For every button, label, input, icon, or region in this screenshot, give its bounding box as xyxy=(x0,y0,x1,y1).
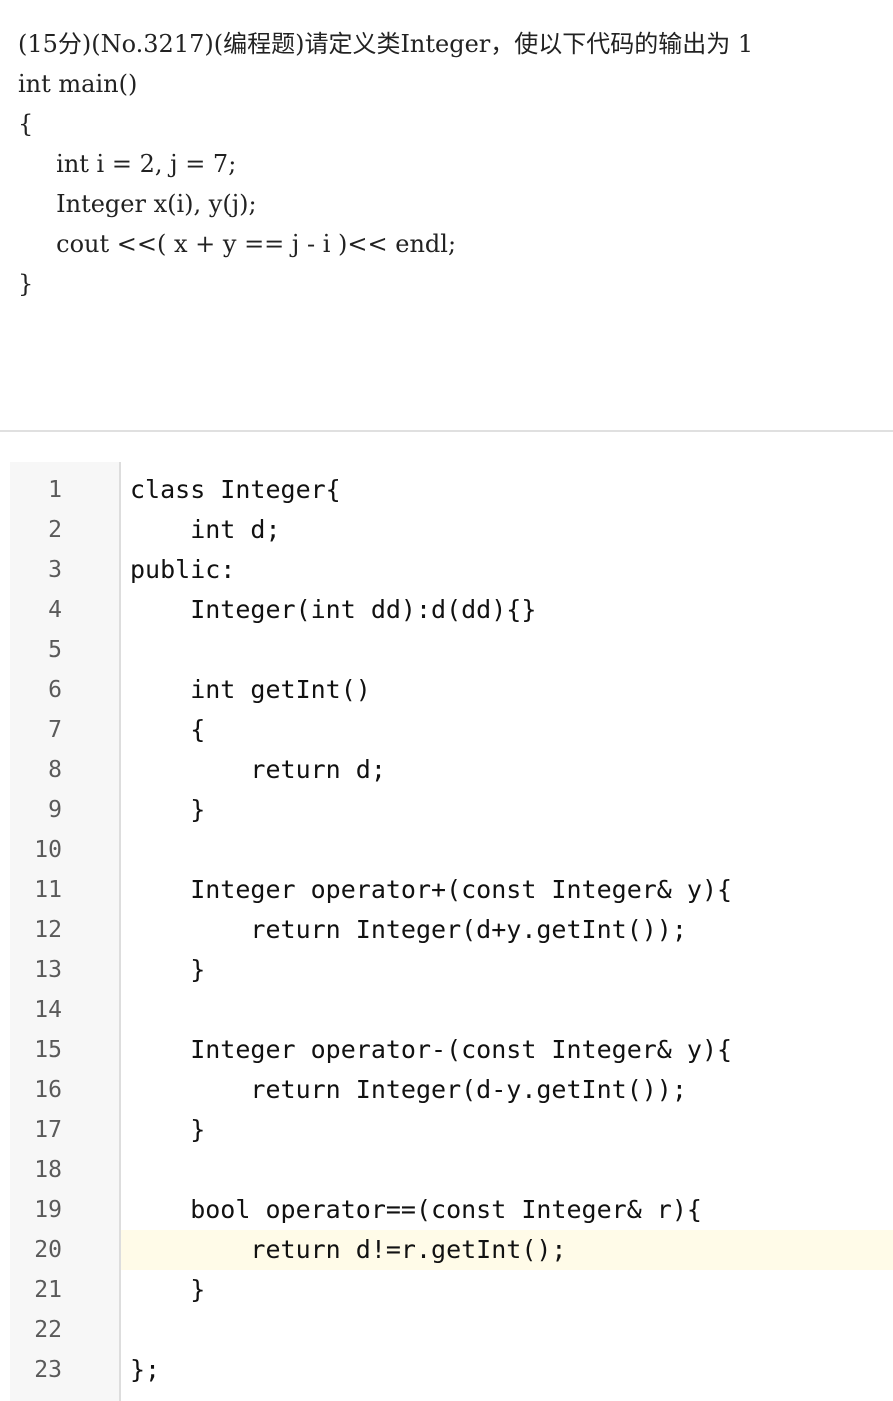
code-line[interactable]: Integer operator-(const Integer& y){ xyxy=(121,1030,893,1070)
line-number: 21 xyxy=(34,1277,62,1303)
code-line[interactable]: return Integer(d-y.getInt()); xyxy=(121,1070,893,1110)
code-line[interactable] xyxy=(121,990,893,1030)
line-number: 23 xyxy=(34,1357,62,1383)
section-divider xyxy=(0,430,893,432)
line-number: 11 xyxy=(34,877,62,903)
line-number: 2 xyxy=(48,517,62,543)
code-line[interactable]: public: xyxy=(121,550,893,590)
line-number-gutter: 1 2 3 4 5 6 7 8 9 10 11 12 13 14 15 16 1… xyxy=(10,462,121,1401)
line-number: 6 xyxy=(48,677,62,703)
code-line[interactable]: }; xyxy=(121,1350,893,1390)
line-number: 3 xyxy=(48,557,62,583)
code-line[interactable] xyxy=(121,830,893,870)
code-line[interactable]: } xyxy=(121,1110,893,1150)
line-number: 13 xyxy=(34,957,62,983)
line-number: 4 xyxy=(48,597,62,623)
code-line[interactable]: } xyxy=(121,950,893,990)
code-line[interactable] xyxy=(121,1150,893,1190)
line-number: 12 xyxy=(34,917,62,943)
line-number: 14 xyxy=(34,997,62,1023)
problem-code-line: Integer x(i), y(j); xyxy=(18,190,257,218)
code-line[interactable]: Integer(int dd):d(dd){} xyxy=(121,590,893,630)
problem-code-line: { xyxy=(18,110,34,138)
code-line[interactable]: { xyxy=(121,710,893,750)
problem-statement: (15分)(No.3217)(编程题)请定义类Integer，使以下代码的输出为… xyxy=(18,24,888,304)
code-line[interactable]: bool operator==(const Integer& r){ xyxy=(121,1190,893,1230)
code-line[interactable]: } xyxy=(121,1270,893,1310)
code-line-active[interactable]: return d!=r.getInt(); xyxy=(121,1230,893,1270)
code-line[interactable]: Integer operator+(const Integer& y){ xyxy=(121,870,893,910)
line-number: 15 xyxy=(34,1037,62,1063)
code-line[interactable]: int getInt() xyxy=(121,670,893,710)
code-line[interactable]: return d; xyxy=(121,750,893,790)
line-number: 19 xyxy=(34,1197,62,1223)
line-number: 10 xyxy=(34,837,62,863)
problem-code-line: } xyxy=(18,270,34,298)
code-editor[interactable]: 1 2 3 4 5 6 7 8 9 10 11 12 13 14 15 16 1… xyxy=(10,462,893,1401)
problem-title: (15分)(No.3217)(编程题)请定义类Integer，使以下代码的输出为… xyxy=(18,30,754,58)
line-number: 9 xyxy=(48,797,62,823)
line-number: 22 xyxy=(34,1317,62,1343)
line-number: 18 xyxy=(34,1157,62,1183)
code-line[interactable]: class Integer{ xyxy=(121,470,893,510)
code-line[interactable] xyxy=(121,1310,893,1350)
code-line[interactable]: } xyxy=(121,790,893,830)
problem-code-line: int i = 2, j = 7; xyxy=(18,150,237,178)
line-number: 1 xyxy=(48,477,62,503)
line-number: 20 xyxy=(34,1237,62,1263)
code-line[interactable]: return Integer(d+y.getInt()); xyxy=(121,910,893,950)
line-number: 5 xyxy=(48,637,62,663)
line-number: 16 xyxy=(34,1077,62,1103)
line-number: 8 xyxy=(48,757,62,783)
problem-code-line: int main() xyxy=(18,70,138,98)
code-line[interactable] xyxy=(121,630,893,670)
code-line[interactable]: int d; xyxy=(121,510,893,550)
line-number: 17 xyxy=(34,1117,62,1143)
line-number: 7 xyxy=(48,717,62,743)
problem-code-line: cout <<( x + y == j - i )<< endl; xyxy=(18,230,457,258)
